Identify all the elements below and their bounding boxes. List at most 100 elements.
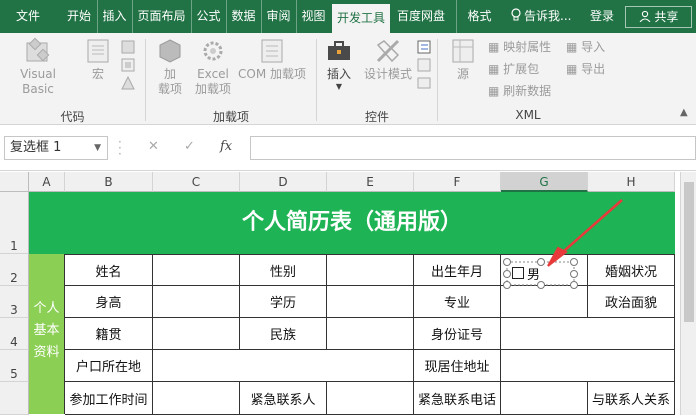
checkbox-box[interactable] [512,267,524,279]
column-header-d[interactable]: D [240,172,327,192]
input-gender[interactable] [327,254,414,286]
label-birth[interactable]: 出生年月 [414,254,501,286]
label-height[interactable]: 身高 [65,286,153,318]
cancel-icon[interactable]: ✕ [148,139,159,154]
row-header-2[interactable]: 2 [0,254,29,286]
resize-handle-top-left[interactable] [503,258,511,266]
label-gender[interactable]: 性别 [240,254,327,286]
tab-review[interactable]: 审阅 [261,0,295,33]
row-header-1[interactable]: 1 [0,192,29,254]
macro-button[interactable]: 宏 [80,37,116,82]
label-education[interactable]: 学历 [240,286,327,318]
tab-file[interactable]: 文件 [8,0,48,33]
label-ethnicity[interactable]: 民族 [240,318,327,350]
formula-bar-grip-icon: · · · [118,135,122,161]
column-header-e[interactable]: E [327,172,414,192]
input-major[interactable] [501,286,588,318]
addins-button[interactable]: 加 载项 [152,37,188,97]
input-emergency-contact[interactable] [327,382,414,415]
xml-export-button[interactable]: ▦ 导出 [566,61,605,77]
row-header-4[interactable]: 4 [0,318,29,350]
select-all-corner[interactable] [0,172,29,192]
tab-format[interactable]: 格式 [456,0,502,33]
collapse-ribbon-icon[interactable]: ▲ [680,107,688,118]
map-properties-button[interactable]: ▦ 映射属性 [488,39,551,55]
input-name[interactable] [153,254,240,286]
tab-formulas[interactable]: 公式 [191,0,225,33]
input-native[interactable] [153,318,240,350]
expansion-pack-button[interactable]: ▦ 扩展包 [488,61,539,77]
label-major[interactable]: 专业 [414,286,501,318]
input-height[interactable] [153,286,240,318]
visual-basic-button[interactable]: Visual Basic [4,37,72,97]
record-macro-icon[interactable] [120,39,138,57]
label-emergency-contact[interactable]: 紧急联系人 [240,382,327,415]
macro-security-icon[interactable] [120,75,138,93]
import-label: 导入 [581,40,606,54]
label-native[interactable]: 籍贯 [65,318,153,350]
tab-developer[interactable]: 开发工具 [332,4,390,33]
tell-me-box[interactable]: 告诉我... [510,0,580,33]
column-header-a[interactable]: A [29,172,65,192]
column-header-c[interactable]: C [153,172,240,192]
insert-control-button[interactable]: 插入 ▼ [322,37,356,92]
column-header-h[interactable]: H [588,172,675,192]
view-code-icon[interactable] [416,57,434,75]
input-work-time[interactable] [153,382,240,415]
row-header-6[interactable] [0,382,29,415]
excel-addins-button[interactable]: Excel 加载项 [190,37,236,97]
relative-ref-icon[interactable] [120,57,138,75]
input-address[interactable] [501,350,675,382]
login-link[interactable]: 登录 [586,0,618,33]
row-header-5[interactable]: 5 [0,350,29,382]
resize-handle-bottom-right[interactable] [570,281,578,289]
label-contact-relation[interactable]: 与联系人关系 [588,382,675,415]
column-header-f[interactable]: F [414,172,501,192]
input-id-number[interactable] [501,318,675,350]
label-id-number[interactable]: 身份证号 [414,318,501,350]
resize-handle-right[interactable] [570,270,578,278]
label-work-time[interactable]: 参加工作时间 [65,382,153,415]
enter-icon[interactable]: ✓ [184,139,195,154]
com-addins-label: COM 加载项 [238,67,306,81]
tab-data[interactable]: 数据 [226,0,260,33]
name-box[interactable]: 复选框 1 ▼ [4,136,108,160]
vertical-scrollbar-thumb[interactable] [684,182,694,322]
chevron-down-icon[interactable]: ▼ [94,137,101,159]
resize-handle-left[interactable] [503,270,511,278]
insert-function-icon[interactable]: fx [220,139,232,154]
tab-home[interactable]: 开始 [62,0,96,33]
column-header-g[interactable]: G [501,172,588,192]
input-education[interactable] [327,286,414,318]
code-small-buttons [120,39,138,93]
resize-handle-bottom-left[interactable] [503,281,511,289]
resize-handle-bottom[interactable] [537,281,545,289]
label-name[interactable]: 姓名 [65,254,153,286]
design-mode-button[interactable]: 设计模式 [360,37,416,82]
xml-source-button[interactable]: 源 [446,37,480,82]
com-addins-button[interactable]: COM 加载项 [236,37,308,82]
label-political[interactable]: 政治面貌 [588,286,675,318]
run-dialog-icon[interactable] [416,75,434,93]
input-ethnicity[interactable] [327,318,414,350]
label-hukou[interactable]: 户口所在地 [65,350,153,382]
xml-import-button[interactable]: ▦ 导入 [566,39,605,55]
xml-source-icon [446,37,480,67]
vertical-scrollbar[interactable] [680,172,696,415]
side-label-personal-info[interactable]: 个人 基本 资料 [29,254,65,414]
properties-icon[interactable] [416,39,434,57]
tab-view[interactable]: 视图 [296,0,330,33]
gear-icon [190,37,236,67]
input-emergency-phone[interactable] [501,382,588,415]
label-emergency-phone[interactable]: 紧急联系电话 [414,382,501,415]
refresh-data-button[interactable]: ▦ 刷新数据 [488,83,551,99]
tab-insert[interactable]: 插入 [97,0,131,33]
formula-input[interactable] [250,136,696,160]
tab-baidu-netdisk[interactable]: 百度网盘 [392,0,450,33]
column-header-b[interactable]: B [65,172,153,192]
tab-page-layout[interactable]: 页面布局 [132,0,190,33]
label-address[interactable]: 现居住地址 [414,350,501,382]
input-hukou[interactable] [153,350,414,382]
row-header-3[interactable]: 3 [0,286,29,318]
share-button[interactable]: 共享 [625,6,692,28]
